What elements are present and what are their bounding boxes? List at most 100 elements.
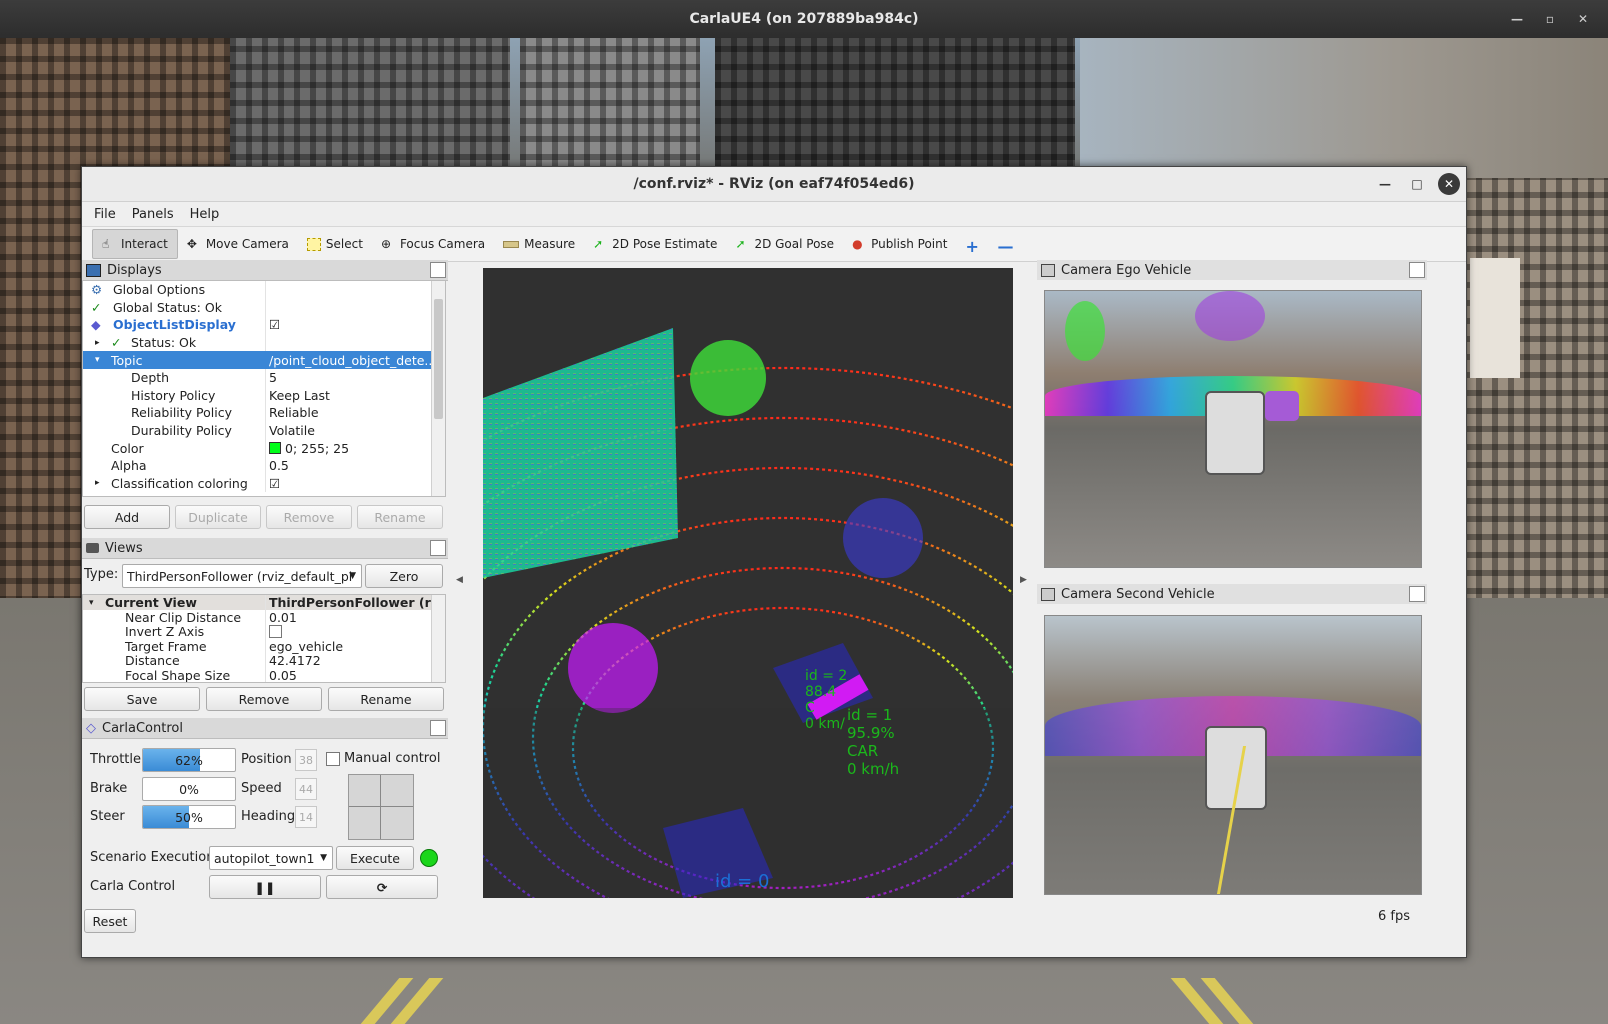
- step-button[interactable]: ⟳: [326, 875, 438, 899]
- chevron-down-icon: ▼: [320, 853, 327, 863]
- tool-2d-goal-pose[interactable]: ➚ 2D Goal Pose: [726, 230, 843, 258]
- camera-ego-undock-checkbox[interactable]: [1409, 262, 1425, 278]
- reset-button[interactable]: Reset: [84, 909, 136, 933]
- add-display-button[interactable]: Add: [84, 505, 170, 529]
- collapse-right-icon[interactable]: ▶: [1020, 575, 1027, 585]
- tree-row-history-policy[interactable]: History Policy Keep Last: [83, 386, 445, 405]
- tool-focus-camera[interactable]: ⊕ Focus Camera: [372, 230, 494, 258]
- camera-second-header: Camera Second Vehicle: [1037, 584, 1427, 604]
- remove-view-button[interactable]: Remove: [206, 687, 322, 711]
- tree-row-reliability-policy[interactable]: Reliability Policy Reliable: [83, 404, 445, 422]
- remove-tool-button[interactable]: —: [988, 230, 1020, 258]
- views-scrollbar[interactable]: [431, 595, 445, 682]
- rename-view-button[interactable]: Rename: [328, 687, 444, 711]
- camera-ego-image: [1044, 290, 1422, 568]
- tree-row-invert-z[interactable]: Invert Z Axis: [83, 624, 445, 639]
- select-icon: [306, 237, 321, 251]
- tree-row-focal-shape-size[interactable]: Focal Shape Size 0.05: [83, 668, 445, 682]
- collapse-arrow-icon[interactable]: ▾: [95, 351, 100, 369]
- menu-help[interactable]: Help: [184, 205, 226, 224]
- steer-label: Steer: [90, 809, 125, 824]
- tree-row-depth[interactable]: Depth 5: [83, 368, 445, 387]
- speed-label: Speed: [241, 781, 282, 796]
- tree-row-distance[interactable]: Distance 42.4172: [83, 653, 445, 668]
- manual-control-pad[interactable]: [348, 774, 414, 840]
- tree-row-near-clip[interactable]: Near Clip Distance 0.01: [83, 610, 445, 625]
- zero-view-button[interactable]: Zero: [365, 564, 443, 588]
- tree-row-color[interactable]: Color 0; 255; 25: [83, 439, 445, 457]
- tool-measure[interactable]: Measure: [494, 230, 584, 258]
- tree-row-target-frame[interactable]: Target Frame ego_vehicle: [83, 639, 445, 654]
- tree-row-object-list-display[interactable]: ◆ ObjectListDisplay ☑: [83, 316, 445, 334]
- collapse-arrow-icon[interactable]: ▾: [89, 595, 94, 610]
- tree-row-global-options[interactable]: ⚙ Global Options: [83, 281, 445, 299]
- tree-row-status[interactable]: ▸ ✓ Status: Ok: [83, 333, 445, 352]
- gear-icon: ⚙: [91, 282, 103, 298]
- displays-scrollbar[interactable]: [431, 281, 445, 496]
- tool-select[interactable]: Select: [298, 230, 372, 258]
- carla-control-undock-checkbox[interactable]: [430, 720, 446, 736]
- views-type-select[interactable]: ThirdPersonFollower (rviz_default_pl ▼: [122, 564, 362, 588]
- close-icon[interactable]: ✕: [1438, 173, 1460, 195]
- displays-undock-checkbox[interactable]: [430, 262, 446, 278]
- tree-row-current-view[interactable]: ▾Current ViewThirdPersonFollower (rvi...: [83, 595, 445, 610]
- tree-row-topic[interactable]: ▾ Topic/point_cloud_object_dete...: [83, 351, 445, 369]
- object-label-0: id = 0: [715, 871, 770, 892]
- menu-panels[interactable]: Panels: [126, 205, 180, 224]
- displays-panel-header: Displays: [82, 260, 448, 281]
- carla-control-panel-header: ◇ CarlaControl: [82, 718, 448, 739]
- heading-label: Heading: [241, 809, 296, 824]
- image-icon: [1041, 587, 1055, 601]
- remove-display-button[interactable]: Remove: [266, 505, 352, 529]
- close-icon[interactable]: ✕: [1570, 0, 1596, 38]
- object-list-display-checkbox[interactable]: ☑: [265, 316, 435, 334]
- rviz-3d-viewport[interactable]: id = 2 88.4 C 0 km/ id = 1 95.9% CAR 0 k…: [483, 268, 1013, 898]
- position-value: 38: [295, 749, 317, 771]
- add-tool-button[interactable]: +: [956, 230, 988, 258]
- tree-row-global-status[interactable]: ✓ Global Status: Ok: [83, 298, 445, 317]
- tool-interact[interactable]: ☝ Interact: [92, 229, 178, 259]
- tool-publish-point[interactable]: ● Publish Point: [843, 230, 956, 258]
- heading-value: 14: [295, 806, 317, 828]
- carla-control-title: CarlaControl: [102, 720, 183, 736]
- menu-file[interactable]: File: [88, 205, 122, 224]
- displays-tree: ⚙ Global Options ✓ Global Status: Ok ◆ Obje…: [82, 280, 446, 497]
- tree-row-durability-policy[interactable]: Durability Policy Volatile: [83, 421, 445, 440]
- fps-readout: 6 fps: [1378, 909, 1411, 924]
- collapse-left-icon[interactable]: ◀: [456, 575, 463, 585]
- tool-2d-pose-estimate[interactable]: ➚ 2D Pose Estimate: [584, 230, 726, 258]
- plus-icon: +: [965, 237, 979, 256]
- manual-control-checkbox[interactable]: [326, 752, 340, 766]
- minimize-icon[interactable]: —: [1504, 0, 1530, 38]
- tree-row-classification-coloring[interactable]: ▸ Classification coloring ☑: [83, 474, 445, 493]
- expand-arrow-icon[interactable]: ▸: [95, 475, 100, 493]
- scenario-select[interactable]: autopilot_town1 ▼: [209, 846, 333, 870]
- tool-move-camera[interactable]: ✥ Move Camera: [178, 230, 298, 258]
- camera-ego-header: Camera Ego Vehicle: [1037, 260, 1427, 280]
- duplicate-display-button[interactable]: Duplicate: [175, 505, 261, 529]
- classification-coloring-checkbox[interactable]: ☑: [265, 474, 435, 493]
- minimize-icon[interactable]: —: [1374, 173, 1396, 195]
- execute-button[interactable]: Execute: [336, 846, 414, 870]
- maximize-icon[interactable]: □: [1406, 173, 1428, 195]
- save-view-button[interactable]: Save: [84, 687, 200, 711]
- tool-select-label: Select: [325, 237, 363, 251]
- invert-z-checkbox[interactable]: [269, 625, 282, 639]
- menubar: File Panels Help: [82, 202, 1466, 226]
- banner: [1470, 258, 1520, 378]
- views-undock-checkbox[interactable]: [430, 540, 446, 556]
- pause-button[interactable]: ❚❚: [209, 875, 321, 899]
- image-icon: [1041, 263, 1055, 277]
- tree-row-alpha[interactable]: Alpha 0.5: [83, 456, 445, 475]
- object-label-2: id = 2 88.4 C 0 km/: [805, 668, 848, 732]
- ego-vehicle: [1205, 391, 1265, 475]
- map-pin-icon: ●: [852, 237, 863, 251]
- maximize-icon[interactable]: ▫: [1537, 0, 1563, 38]
- rename-display-button[interactable]: Rename: [357, 505, 443, 529]
- check-icon: ✓: [91, 299, 102, 315]
- expand-arrow-icon[interactable]: ▸: [95, 334, 100, 352]
- views-type-label: Type:: [84, 567, 119, 582]
- camera-second-undock-checkbox[interactable]: [1409, 586, 1425, 602]
- position-label: Position: [241, 752, 292, 767]
- rviz-window: /conf.rviz* - RViz (on eaf74f054ed6) — □…: [81, 166, 1467, 958]
